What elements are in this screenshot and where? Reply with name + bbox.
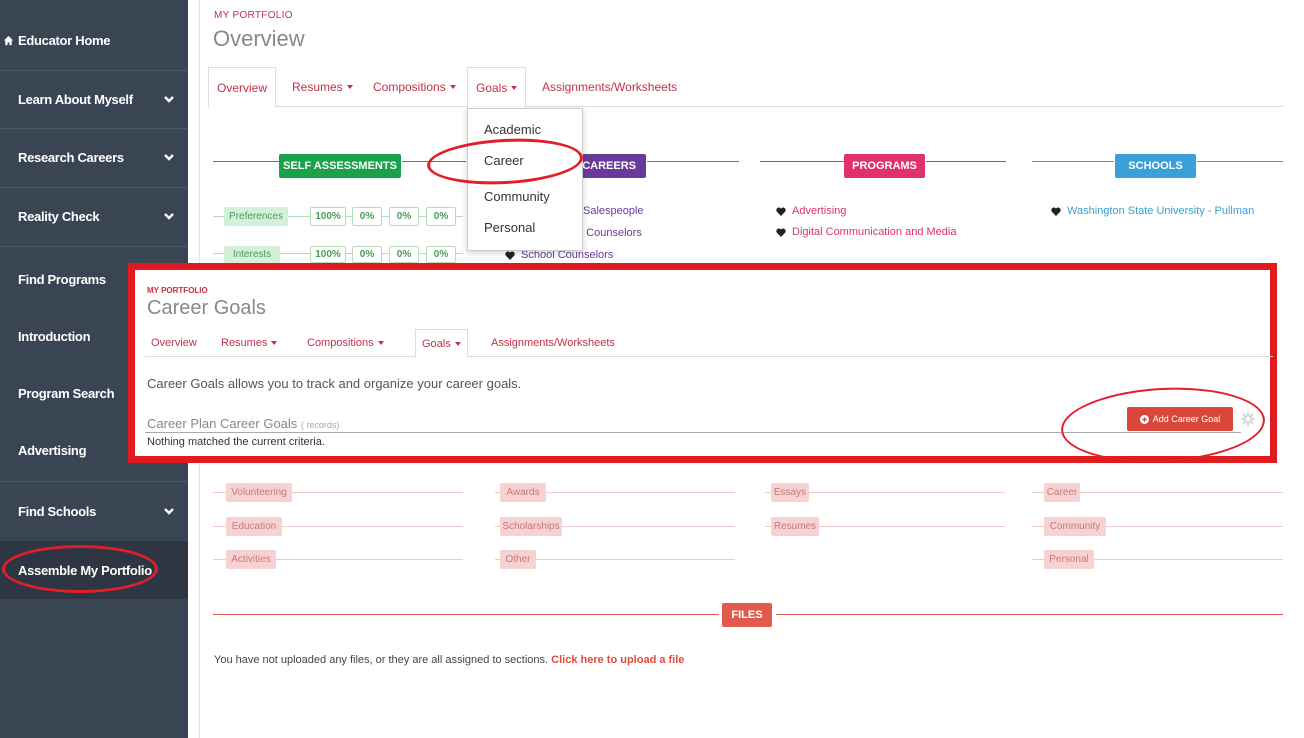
panel-kicker: MY PORTFOLIO (147, 286, 208, 295)
menu-item-personal[interactable]: Personal (484, 220, 535, 235)
assessment-interests[interactable]: Interests (224, 246, 280, 263)
caret-down-icon (377, 341, 384, 345)
annotation-circle (1059, 382, 1267, 468)
career-goals-panel: MY PORTFOLIO Career Goals Overview Resum… (128, 263, 1277, 468)
heart-icon (776, 207, 786, 216)
tab-assignments-worksheets[interactable]: Assignments/Worksheets (485, 329, 621, 357)
section-link-education[interactable]: Education (226, 517, 282, 536)
sidebar-item-label: Find Programs (18, 272, 106, 287)
section-self-assessments: SELF ASSESSMENTS (279, 154, 401, 178)
sidebar-item-label: Program Search (18, 386, 115, 401)
tab-goals[interactable]: Goals (415, 329, 468, 358)
chevron-down-icon (164, 154, 174, 161)
score-cell: 100% (310, 207, 346, 226)
upload-file-link[interactable]: Click here to upload a file (551, 654, 684, 666)
tab-overview[interactable]: Overview (145, 329, 203, 357)
section-link-scholarships[interactable]: Scholarships (500, 517, 562, 536)
school-item[interactable]: Washington State University - Pullman (1051, 205, 1254, 217)
heart-icon (776, 228, 786, 237)
panel-subheading: Career Plan Career Goals ( records) (147, 416, 340, 431)
score-cell: 0% (352, 246, 382, 263)
empty-message: Nothing matched the current criteria. (147, 436, 325, 448)
sidebar-item-label: Find Schools (18, 504, 97, 519)
caret-down-icon (449, 85, 456, 89)
sidebar-item-label: Research Careers (18, 150, 124, 165)
sidebar-item-label: Introduction (18, 329, 91, 344)
divider (0, 481, 188, 482)
score-cell: 0% (389, 246, 419, 263)
score-cell: 100% (310, 246, 346, 263)
menu-item-community[interactable]: Community (484, 189, 550, 204)
caret-down-icon (454, 341, 461, 346)
score-cell: 0% (426, 207, 456, 226)
section-link-volunteering[interactable]: Volunteering (226, 483, 292, 502)
section-link-essays[interactable]: Essays (771, 483, 809, 502)
chevron-down-icon (164, 213, 174, 220)
section-files: FILES (722, 603, 772, 627)
heart-icon (1051, 207, 1061, 216)
career-link[interactable]: Salespeople (583, 205, 644, 217)
files-message: You have not uploaded any files, or they… (214, 654, 685, 666)
sidebar-item-label: Advertising (18, 443, 87, 458)
panel-tabs: Overview Resumes Compositions Goals Assi… (145, 329, 1273, 358)
section-link-awards[interactable]: Awards (500, 483, 546, 502)
program-item[interactable]: Digital Communication and Media (776, 226, 956, 238)
sidebar-item-label: Reality Check (18, 209, 100, 224)
program-item[interactable]: Advertising (776, 205, 846, 217)
tab-goals[interactable]: Goals (467, 67, 527, 108)
tab-compositions[interactable]: Compositions (365, 67, 464, 107)
section-link-personal[interactable]: Personal (1044, 550, 1094, 569)
panel-title: Career Goals (147, 297, 266, 319)
sidebar-item-learn-about-myself[interactable]: Learn About Myself (0, 71, 188, 128)
tab-overview[interactable]: Overview (208, 67, 277, 108)
chevron-down-icon (164, 508, 174, 515)
sidebar-item-research-careers[interactable]: Research Careers (0, 129, 188, 186)
panel-description: Career Goals allows you to track and org… (147, 376, 522, 391)
career-link[interactable]: n Counselors (577, 227, 642, 239)
section-link-activities[interactable]: Activities (226, 550, 276, 569)
section-schools: SCHOOLS (1115, 154, 1196, 178)
score-cell: 0% (426, 246, 456, 263)
chevron-down-icon (164, 96, 174, 103)
score-cell: 0% (352, 207, 382, 226)
tab-resumes[interactable]: Resumes (215, 329, 283, 357)
section-link-resumes[interactable]: Resumes (771, 517, 819, 536)
sidebar-item-find-schools[interactable]: Find Schools (0, 483, 188, 540)
tab-resumes[interactable]: Resumes (284, 67, 361, 107)
caret-down-icon (346, 85, 353, 89)
caret-down-icon (271, 341, 278, 345)
sidebar-item-label: Educator Home (18, 33, 111, 48)
annotation-circle (2, 545, 158, 593)
section-careers: CAREERS (580, 154, 646, 178)
page-kicker: MY PORTFOLIO (214, 10, 293, 21)
tab-compositions[interactable]: Compositions (301, 329, 390, 357)
assessment-preferences[interactable]: Preferences (224, 207, 288, 226)
score-cell: 0% (389, 207, 419, 226)
menu-item-academic[interactable]: Academic (484, 122, 541, 137)
section-link-other[interactable]: Other (500, 550, 536, 569)
section-link-career[interactable]: Career (1044, 483, 1080, 502)
section-programs: PROGRAMS (844, 154, 925, 178)
sidebar-item-reality-check[interactable]: Reality Check (0, 188, 188, 245)
sidebar-item-educator-home[interactable]: Educator Home (0, 12, 188, 69)
portfolio-tabs: Overview Resumes Compositions Goals Assi… (208, 67, 1283, 108)
sidebar-item-label: Learn About Myself (18, 92, 133, 107)
tab-assignments-worksheets[interactable]: Assignments/Worksheets (534, 67, 685, 107)
divider (0, 246, 188, 247)
heart-icon (505, 251, 515, 260)
page-title: Overview (213, 26, 305, 51)
caret-down-icon (511, 85, 518, 90)
section-link-community[interactable]: Community (1044, 517, 1106, 536)
